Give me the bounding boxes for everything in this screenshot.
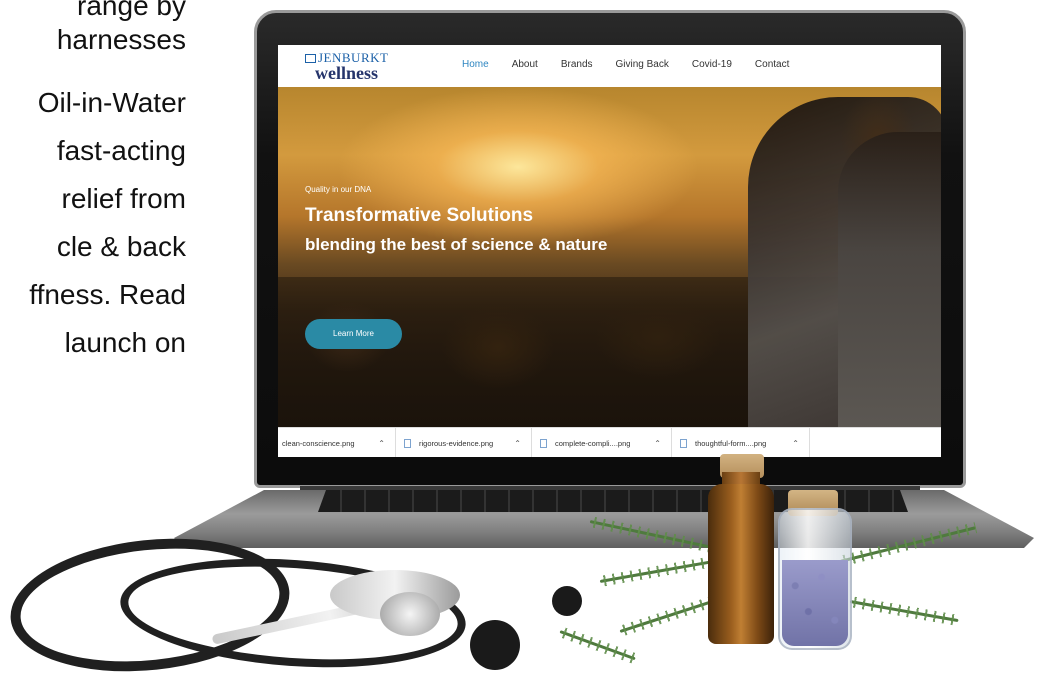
downloads-bar: clean-conscience.png ⌃ rigorous-evidence… [278, 427, 941, 457]
side-paragraph-line: fast-acting [56, 135, 186, 166]
laptop-screen: JENBURKT wellness Home About Brands Givi… [278, 45, 941, 457]
main-nav: Home About Brands Giving Back Covid-19 C… [462, 59, 789, 75]
chevron-up-icon[interactable]: ⌃ [792, 439, 799, 448]
download-item[interactable]: clean-conscience.png ⌃ [278, 428, 396, 457]
site-header: JENBURKT wellness Home About Brands Givi… [278, 45, 941, 87]
nav-home[interactable]: Home [462, 59, 489, 75]
hero-banner: Quality in our DNA Transformative Soluti… [278, 87, 941, 427]
download-file-name: clean-conscience.png [282, 438, 355, 448]
side-paragraph-line: launch on [64, 327, 186, 358]
side-paragraph-line: relief from [61, 183, 186, 214]
chevron-up-icon[interactable]: ⌃ [654, 439, 661, 448]
side-paragraph-line: harnesses [56, 24, 186, 55]
hero-subtitle: blending the best of science & nature [305, 235, 608, 254]
logo-mark-icon [305, 54, 316, 63]
download-file-name: rigorous-evidence.png [419, 438, 494, 448]
hero-title: Transformative Solutions [305, 205, 534, 226]
side-paragraph-line: Oil-in-Water [37, 87, 186, 118]
hero-kicker: Quality in our DNA [305, 185, 372, 194]
side-paragraph: range by harnesses Oil-in-Water fast-act… [0, 0, 186, 400]
nav-brands[interactable]: Brands [561, 59, 593, 75]
logo-sub-text: wellness [315, 63, 378, 83]
download-file-name: complete-compli....png [555, 438, 631, 448]
chevron-up-icon[interactable]: ⌃ [378, 439, 385, 448]
download-file-name: thoughtful-form....png [695, 438, 767, 448]
download-item[interactable]: thoughtful-form....png ⌃ [672, 428, 810, 457]
side-paragraph-line: cle & back [56, 231, 186, 262]
file-icon [680, 438, 687, 448]
nav-about[interactable]: About [512, 59, 538, 75]
file-icon [540, 438, 547, 448]
chevron-up-icon[interactable]: ⌃ [514, 439, 521, 448]
side-paragraph-line: range by [77, 0, 186, 21]
file-icon [404, 438, 411, 448]
nav-giving-back[interactable]: Giving Back [616, 59, 669, 75]
download-item[interactable]: rigorous-evidence.png ⌃ [396, 428, 532, 457]
learn-more-button[interactable]: Learn More [305, 319, 402, 349]
site-logo[interactable]: JENBURKT wellness [305, 50, 395, 84]
download-item[interactable]: complete-compli....png ⌃ [532, 428, 672, 457]
side-paragraph-line: ffness. Read [29, 279, 186, 310]
hero-person-shoulder [838, 132, 941, 427]
nav-contact[interactable]: Contact [755, 59, 789, 75]
nav-covid-19[interactable]: Covid-19 [692, 59, 732, 75]
